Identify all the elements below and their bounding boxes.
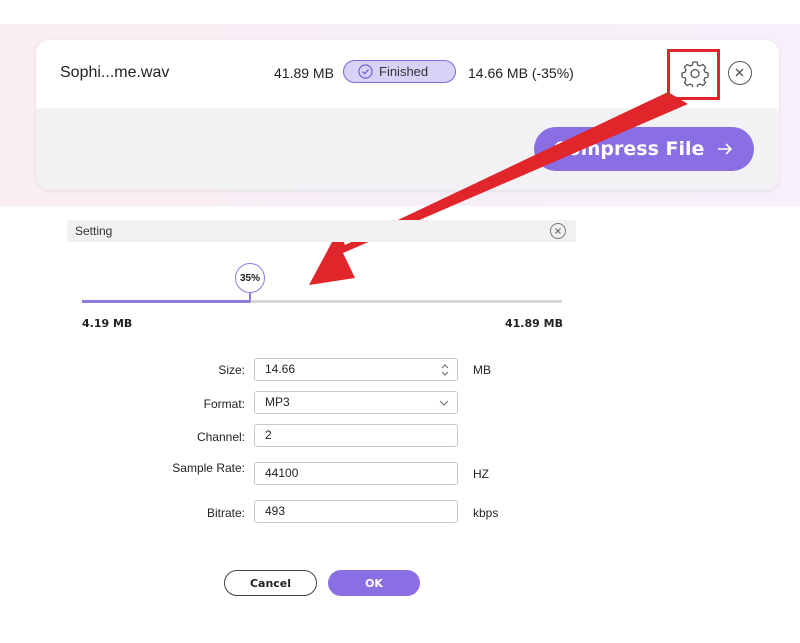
check-circle-icon xyxy=(358,64,373,79)
bitrate-label: Bitrate: xyxy=(206,506,245,520)
channel-label: Channel: xyxy=(196,430,245,444)
sample-rate-value: 44100 xyxy=(265,466,299,480)
size-label: Size: xyxy=(218,363,245,377)
gear-icon xyxy=(681,61,709,89)
setting-title: Setting xyxy=(75,224,113,238)
file-name: Sophi...me.wav xyxy=(60,64,170,81)
chevron-down-icon xyxy=(439,400,449,406)
slider-percent: 35% xyxy=(239,272,260,284)
cancel-button[interactable]: Cancel xyxy=(224,570,317,596)
setting-close-button[interactable] xyxy=(550,223,566,239)
sample-rate-field[interactable]: 44100 xyxy=(254,462,458,485)
bitrate-value: 493 xyxy=(265,504,286,518)
arrow-right-icon xyxy=(718,143,733,155)
channel-value: 2 xyxy=(265,428,272,442)
remove-file-button[interactable] xyxy=(728,61,752,85)
stepper-icon[interactable] xyxy=(440,363,450,377)
compressed-size: 14.66 MB (-35%) xyxy=(468,65,574,81)
close-icon xyxy=(555,228,561,234)
status-badge: Finished xyxy=(343,60,456,83)
format-label: Format: xyxy=(203,397,245,411)
file-row: Sophi...me.wav 41.89 MB Finished 14.66 M… xyxy=(36,40,779,108)
size-stepper[interactable]: 14.66 xyxy=(254,358,458,381)
format-select[interactable]: MP3 xyxy=(254,391,458,414)
settings-button[interactable] xyxy=(681,59,709,89)
slider-min-label: 4.19 MB xyxy=(82,317,133,330)
status-text: Finished xyxy=(379,64,429,79)
format-value: MP3 xyxy=(265,395,290,409)
slider-fill xyxy=(82,300,250,303)
sample-rate-label: Sample Rate: xyxy=(172,461,245,475)
sample-rate-unit: HZ xyxy=(473,467,489,481)
file-card: Sophi...me.wav 41.89 MB Finished 14.66 M… xyxy=(36,40,779,190)
ok-button[interactable]: OK xyxy=(328,570,420,596)
size-unit: MB xyxy=(473,363,491,377)
compress-file-button[interactable]: Compress File xyxy=(534,127,754,171)
setting-header: Setting xyxy=(67,220,576,242)
close-icon xyxy=(735,68,744,77)
compression-slider[interactable] xyxy=(82,300,562,303)
original-size: 41.89 MB xyxy=(274,65,334,81)
slider-handle[interactable]: 35% xyxy=(235,263,265,293)
bitrate-field[interactable]: 493 xyxy=(254,500,458,523)
bitrate-unit: kbps xyxy=(473,506,499,520)
cancel-label: Cancel xyxy=(249,576,292,590)
slider-max-label: 41.89 MB xyxy=(505,317,563,330)
channel-field[interactable]: 2 xyxy=(254,424,458,447)
compress-file-label: Compress File xyxy=(553,138,705,160)
size-value: 14.66 xyxy=(265,362,296,376)
ok-label: OK xyxy=(365,576,383,590)
